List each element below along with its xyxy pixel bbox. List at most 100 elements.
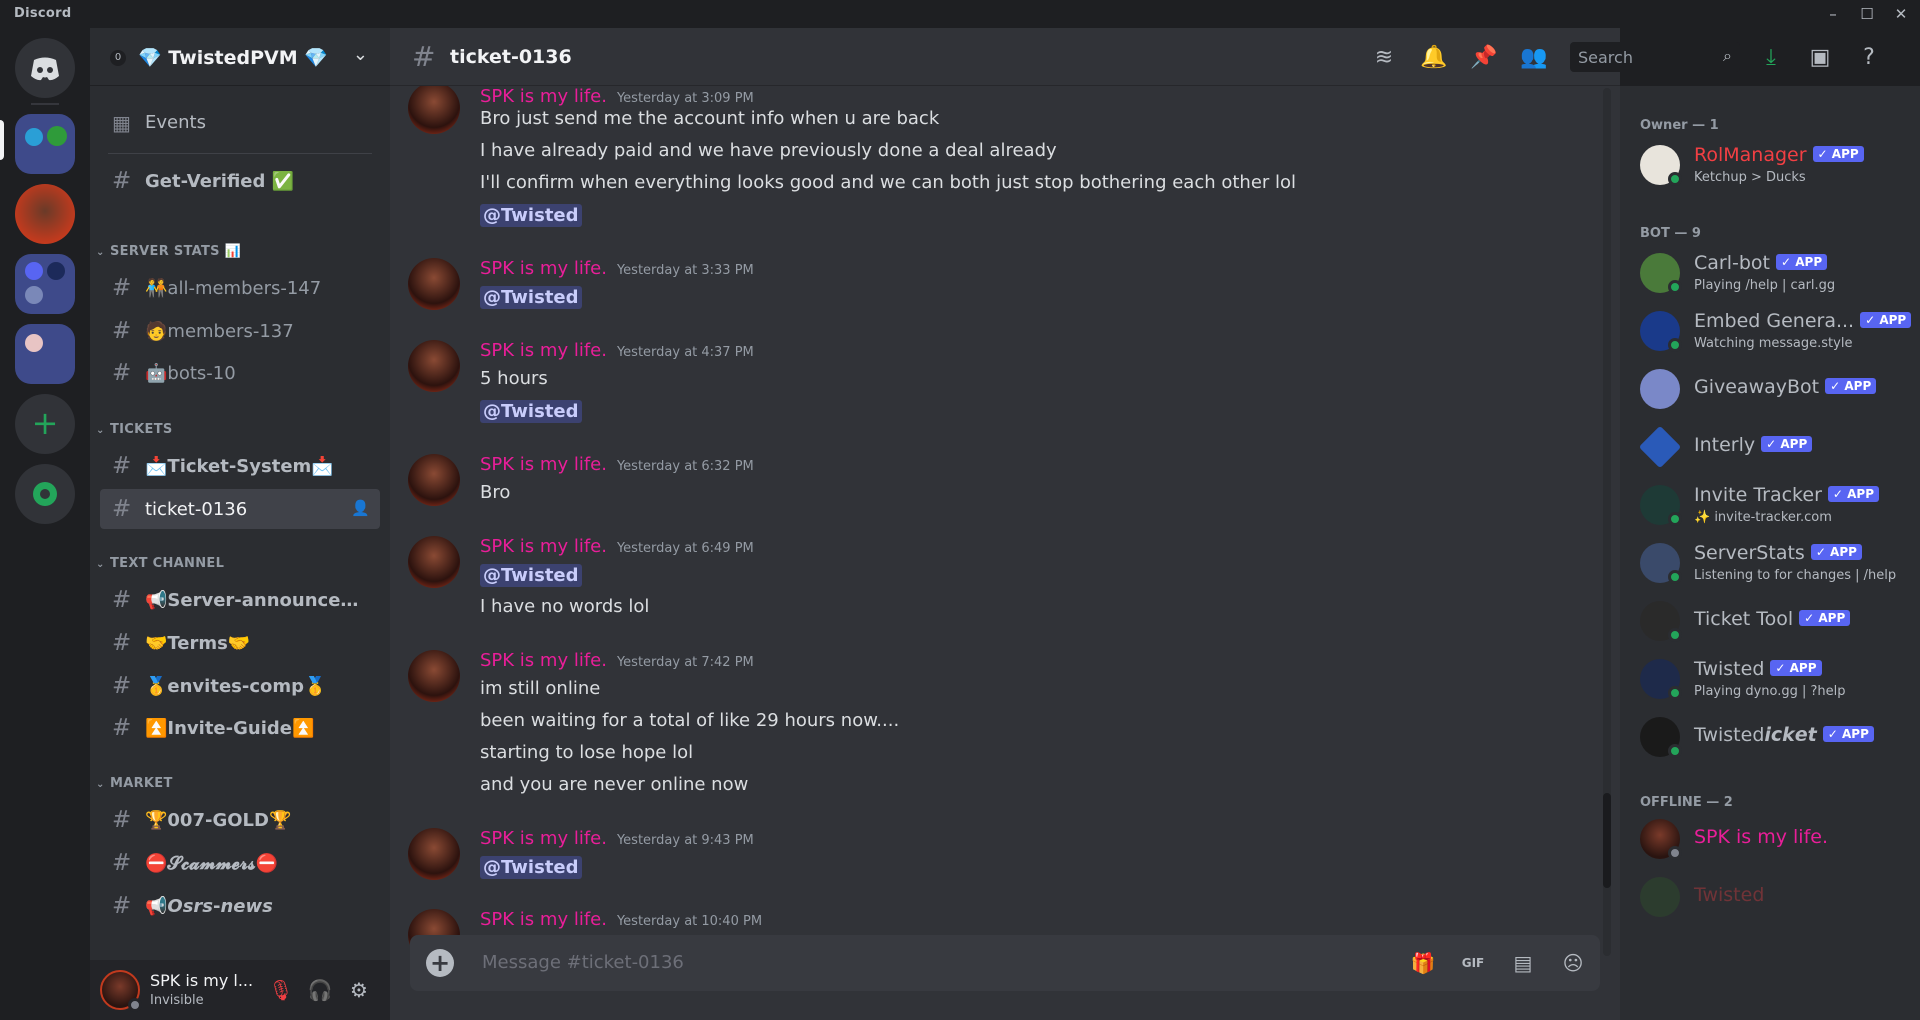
- channel-007-gold[interactable]: # 🏆007-GOLD🏆: [100, 800, 380, 840]
- avatar[interactable]: [408, 258, 460, 310]
- message-author[interactable]: SPK is my life.: [480, 258, 607, 279]
- avatar[interactable]: [408, 340, 460, 392]
- sticker-icon[interactable]: ▤: [1508, 948, 1538, 978]
- category-market[interactable]: ⌄ MARKET: [96, 776, 173, 791]
- category-label: TEXT CHANNEL: [110, 556, 225, 571]
- avatar[interactable]: [408, 454, 460, 506]
- member-item[interactable]: GiveawayBot ✓ APP: [1630, 362, 1910, 416]
- channel-server-announcements[interactable]: # 📢Server-announceme...: [100, 580, 380, 620]
- message-author[interactable]: SPK is my life.: [480, 828, 607, 849]
- channel-header: # ticket-0136 ≋ 🔔 📌 👥 Search ⌕ ⤓ ▣ ?: [390, 28, 1875, 86]
- message-composer[interactable]: + Message #ticket-0136 🎁 GIF ▤ ☹: [410, 935, 1600, 991]
- user-mention[interactable]: @Twisted: [480, 856, 582, 879]
- category-text-channel[interactable]: ⌄ TEXT CHANNEL: [96, 556, 224, 571]
- user-mention[interactable]: @Twisted: [480, 286, 582, 309]
- minimize-icon[interactable]: –: [1818, 3, 1848, 25]
- emoji-icon[interactable]: ☹: [1558, 948, 1588, 978]
- member-name: SPK is my life.: [1694, 826, 1829, 848]
- message-author[interactable]: SPK is my life.: [480, 340, 607, 361]
- direct-messages-button[interactable]: [15, 38, 75, 98]
- attach-plus-icon[interactable]: +: [426, 949, 454, 977]
- explore-servers-button[interactable]: [15, 464, 75, 524]
- avatar[interactable]: [408, 828, 460, 880]
- member-item[interactable]: Twisted: [1630, 870, 1910, 924]
- channel-osrs-news[interactable]: # 📢𝙊𝙨𝙧𝙨-𝙣𝙚𝙬𝙨: [100, 886, 380, 926]
- member-item[interactable]: Interly ✓ APP: [1630, 420, 1910, 474]
- message-header: SPK is my life. Yesterday at 10:40 PM: [480, 909, 762, 930]
- search-input[interactable]: Search ⌕: [1570, 42, 1740, 72]
- download-icon[interactable]: ⤓: [1755, 42, 1787, 74]
- channel-ticket-0136[interactable]: # ticket-0136 👤: [100, 489, 380, 529]
- message-input[interactable]: Message #ticket-0136: [482, 952, 684, 973]
- discord-logo-icon: [31, 57, 59, 81]
- member-name: Twisted𝙞𝙘𝙠𝙚𝙩 ✓ APP: [1694, 724, 1874, 746]
- hash-icon: #: [112, 360, 132, 386]
- threads-icon[interactable]: ≋: [1368, 42, 1400, 74]
- pin-icon[interactable]: 📌: [1468, 42, 1500, 74]
- avatar[interactable]: [408, 86, 460, 134]
- help-icon[interactable]: ?: [1853, 42, 1885, 74]
- member-item[interactable]: Invite Tracker ✓ APP ✨ invite-tracker.com: [1630, 478, 1910, 532]
- message-author[interactable]: SPK is my life.: [480, 536, 607, 557]
- user-mention[interactable]: @Twisted: [480, 204, 582, 227]
- inbox-icon[interactable]: ▣: [1804, 42, 1836, 74]
- add-server-button[interactable]: +: [15, 394, 75, 454]
- avatar[interactable]: [408, 536, 460, 588]
- member-item[interactable]: Twisted𝙞𝙘𝙠𝙚𝙩 ✓ APP: [1630, 710, 1910, 764]
- gift-icon[interactable]: 🎁: [1408, 948, 1438, 978]
- user-mention[interactable]: @Twisted: [480, 564, 582, 587]
- member-activity: Watching message.style: [1694, 336, 1853, 351]
- gif-icon[interactable]: GIF: [1458, 948, 1488, 978]
- message-author[interactable]: SPK is my life.: [480, 909, 607, 930]
- member-name-text: ServerStats: [1694, 542, 1805, 564]
- channel-terms[interactable]: # 🤝Terms🤝: [100, 623, 380, 663]
- channel-scammers[interactable]: # ⛔𝓢𝓬𝓪𝓶𝓶𝓮𝓻𝓼⛔: [100, 843, 380, 883]
- avatar[interactable]: [408, 650, 460, 702]
- user-mention[interactable]: @Twisted: [480, 400, 582, 423]
- member-item[interactable]: Embed Genera... ✓ APP Watching message.st…: [1630, 304, 1912, 358]
- member-item[interactable]: Carl-bot ✓ APP Playing /help | carl.gg: [1630, 246, 1910, 300]
- message-author[interactable]: SPK is my life.: [480, 86, 607, 107]
- server-twistedpvm[interactable]: [15, 114, 75, 174]
- chevron-down-icon[interactable]: ⌄: [353, 44, 368, 65]
- member-list-icon[interactable]: 👥: [1518, 42, 1550, 74]
- member-item[interactable]: RolManager ✓ APP Ketchup > Ducks: [1630, 138, 1910, 192]
- avatar: [1638, 425, 1682, 469]
- member-item[interactable]: Ticket Tool ✓ APP: [1630, 594, 1910, 648]
- mute-microphone-icon[interactable]: 🎙: [266, 975, 296, 1005]
- message-author[interactable]: SPK is my life.: [480, 650, 607, 671]
- maximize-icon[interactable]: ☐: [1852, 3, 1882, 25]
- message-author[interactable]: SPK is my life.: [480, 454, 607, 475]
- channel-label: 🧑members-137: [145, 321, 294, 342]
- channel-all-members[interactable]: # 🧑‍🤝‍🧑all-members-147: [100, 268, 380, 308]
- app-badge: ✓ APP: [1776, 254, 1828, 270]
- channel-envites-comp[interactable]: # 🥇envites-comp🥇: [100, 666, 380, 706]
- server-folder-2[interactable]: [15, 324, 75, 384]
- channel-label: 🏆007-GOLD🏆: [145, 810, 292, 831]
- category-server-stats[interactable]: ⌄ SERVER STATS 📊: [96, 244, 241, 259]
- user-status: Invisible: [150, 993, 204, 1008]
- channel-get-verified[interactable]: # Get-Verified ✅: [100, 161, 380, 201]
- category-tickets[interactable]: ⌄ TICKETS: [96, 422, 173, 437]
- server-avatar-2[interactable]: [15, 184, 75, 244]
- member-item[interactable]: ServerStats ✓ APP Listening to for change…: [1630, 536, 1910, 590]
- headphones-icon[interactable]: 🎧: [305, 975, 335, 1005]
- member-item[interactable]: SPK is my life.: [1630, 812, 1910, 866]
- channel-members[interactable]: # 🧑members-137: [100, 311, 380, 351]
- server-folder[interactable]: [15, 254, 75, 314]
- member-item[interactable]: Twisted ✓ APP Playing dyno.gg | ?help: [1630, 652, 1910, 706]
- events-link[interactable]: ▦ Events: [100, 102, 380, 142]
- settings-gear-icon[interactable]: ⚙: [344, 975, 374, 1005]
- member-activity: Playing dyno.gg | ?help: [1694, 684, 1846, 699]
- scrollbar-thumb[interactable]: [1603, 793, 1611, 888]
- channel-bots[interactable]: # 🤖bots-10: [100, 353, 380, 393]
- channel-invite-guide[interactable]: # ⏫Invite-Guide⏫: [100, 708, 380, 748]
- locked-hash-icon: #: [112, 630, 132, 656]
- channel-ticket-system[interactable]: # 📩Ticket-System📩: [100, 446, 380, 486]
- channel-label: 🧑‍🤝‍🧑all-members-147: [145, 278, 322, 299]
- server-header[interactable]: 0 💎 TwistedPVM 💎 ⌄: [90, 28, 390, 86]
- status-dot: [1668, 280, 1682, 294]
- add-member-icon[interactable]: 👤: [351, 499, 370, 517]
- notification-bell-icon[interactable]: 🔔: [1418, 42, 1450, 74]
- close-icon[interactable]: ✕: [1886, 3, 1916, 25]
